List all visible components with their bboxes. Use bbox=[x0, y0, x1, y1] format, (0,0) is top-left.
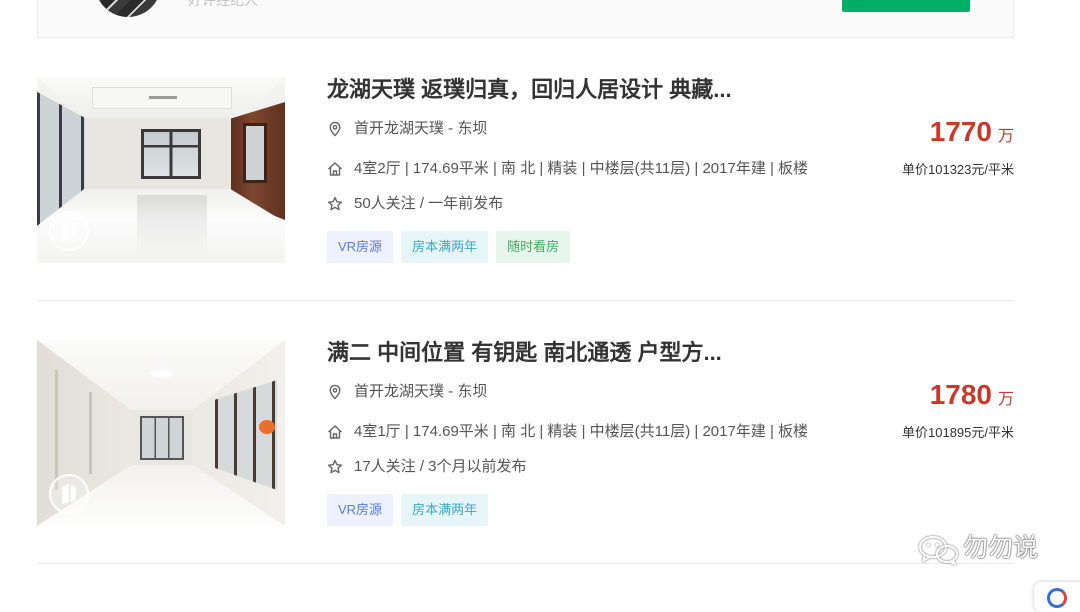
listing-house-info: 4室2厅 | 174.69平米 | 南 北 | 精装 | 中楼层(共11层) |… bbox=[354, 160, 809, 177]
listing-tags: VR房源 房本满两年 bbox=[327, 494, 496, 526]
total-price-unit: 万 bbox=[997, 128, 1014, 145]
floating-help-button[interactable] bbox=[1034, 582, 1080, 612]
unit-price: 单价101323元/平米 bbox=[902, 162, 1014, 177]
location-pin-icon bbox=[329, 121, 341, 137]
agent-label: 好评经纪人 bbox=[188, 0, 258, 8]
photo-vent bbox=[149, 96, 177, 99]
photo-door-frame bbox=[55, 370, 58, 490]
photo-floor-reflection bbox=[137, 195, 207, 255]
tag-certificate: 房本满两年 bbox=[401, 494, 489, 526]
tag-visit-anytime: 随时看房 bbox=[496, 231, 571, 263]
photo-window bbox=[140, 416, 184, 460]
total-price-value: 1780 bbox=[929, 379, 992, 410]
vr-icon[interactable] bbox=[48, 210, 90, 252]
contact-agent-button[interactable] bbox=[842, 0, 970, 12]
tag-vr: VR房源 bbox=[327, 494, 394, 526]
listing-divider bbox=[37, 300, 1014, 301]
star-icon bbox=[327, 196, 343, 211]
listing-follow-info: 50人关注 / 一年前发布 bbox=[354, 195, 504, 212]
total-price-unit: 万 bbox=[997, 391, 1014, 408]
listing-location-link[interactable]: 首开龙湖天璞 - 东坝 bbox=[354, 383, 487, 401]
listing-photo[interactable] bbox=[37, 77, 285, 263]
photo-ceiling-light bbox=[151, 370, 173, 377]
tag-certificate: 房本满两年 bbox=[401, 231, 489, 263]
watermark-text: 勿勿说 bbox=[963, 534, 1039, 562]
star-icon bbox=[327, 459, 343, 474]
total-price: 1780 万 bbox=[930, 379, 1014, 411]
location-pin-icon bbox=[329, 384, 341, 400]
listing-tags: VR房源 房本满两年 随时看房 bbox=[327, 231, 578, 263]
listing-follow-info: 17人关注 / 3个月以前发布 bbox=[354, 458, 527, 475]
listing-item: 龙湖天璞 返璞归真，回归人居设计 典藏... 首开龙湖天璞 - 东坝 4室2厅 … bbox=[37, 77, 1014, 277]
house-icon bbox=[328, 162, 342, 176]
vr-icon[interactable] bbox=[48, 473, 90, 515]
listing-house-info: 4室1厅 | 174.69平米 | 南 北 | 精装 | 中楼层(共11层) |… bbox=[354, 423, 809, 440]
listing-photo[interactable] bbox=[37, 340, 285, 526]
photo-door-frame bbox=[89, 392, 92, 474]
tag-vr: VR房源 bbox=[327, 231, 394, 263]
listing-title[interactable]: 龙湖天璞 返璞归真，回归人居设计 典藏... bbox=[327, 76, 732, 104]
listing-item: 满二 中间位置 有钥匙 南北通透 户型方... 首开龙湖天璞 - 东坝 4室1厅… bbox=[37, 340, 1014, 540]
listing-divider bbox=[37, 563, 1014, 564]
listing-location-link[interactable]: 首开龙湖天璞 - 东坝 bbox=[354, 120, 487, 138]
photo-side-window bbox=[243, 123, 267, 183]
house-icon bbox=[328, 425, 342, 439]
unit-price: 单价101895元/平米 bbox=[902, 425, 1014, 440]
total-price-value: 1770 bbox=[929, 116, 992, 147]
total-price: 1770 万 bbox=[930, 116, 1014, 148]
floating-help-icon bbox=[1047, 588, 1067, 608]
listing-title[interactable]: 满二 中间位置 有钥匙 南北通透 户型方... bbox=[327, 339, 722, 367]
wechat-icon bbox=[919, 536, 958, 565]
photo-window bbox=[141, 129, 201, 179]
photo-orange-lamp bbox=[259, 420, 275, 434]
